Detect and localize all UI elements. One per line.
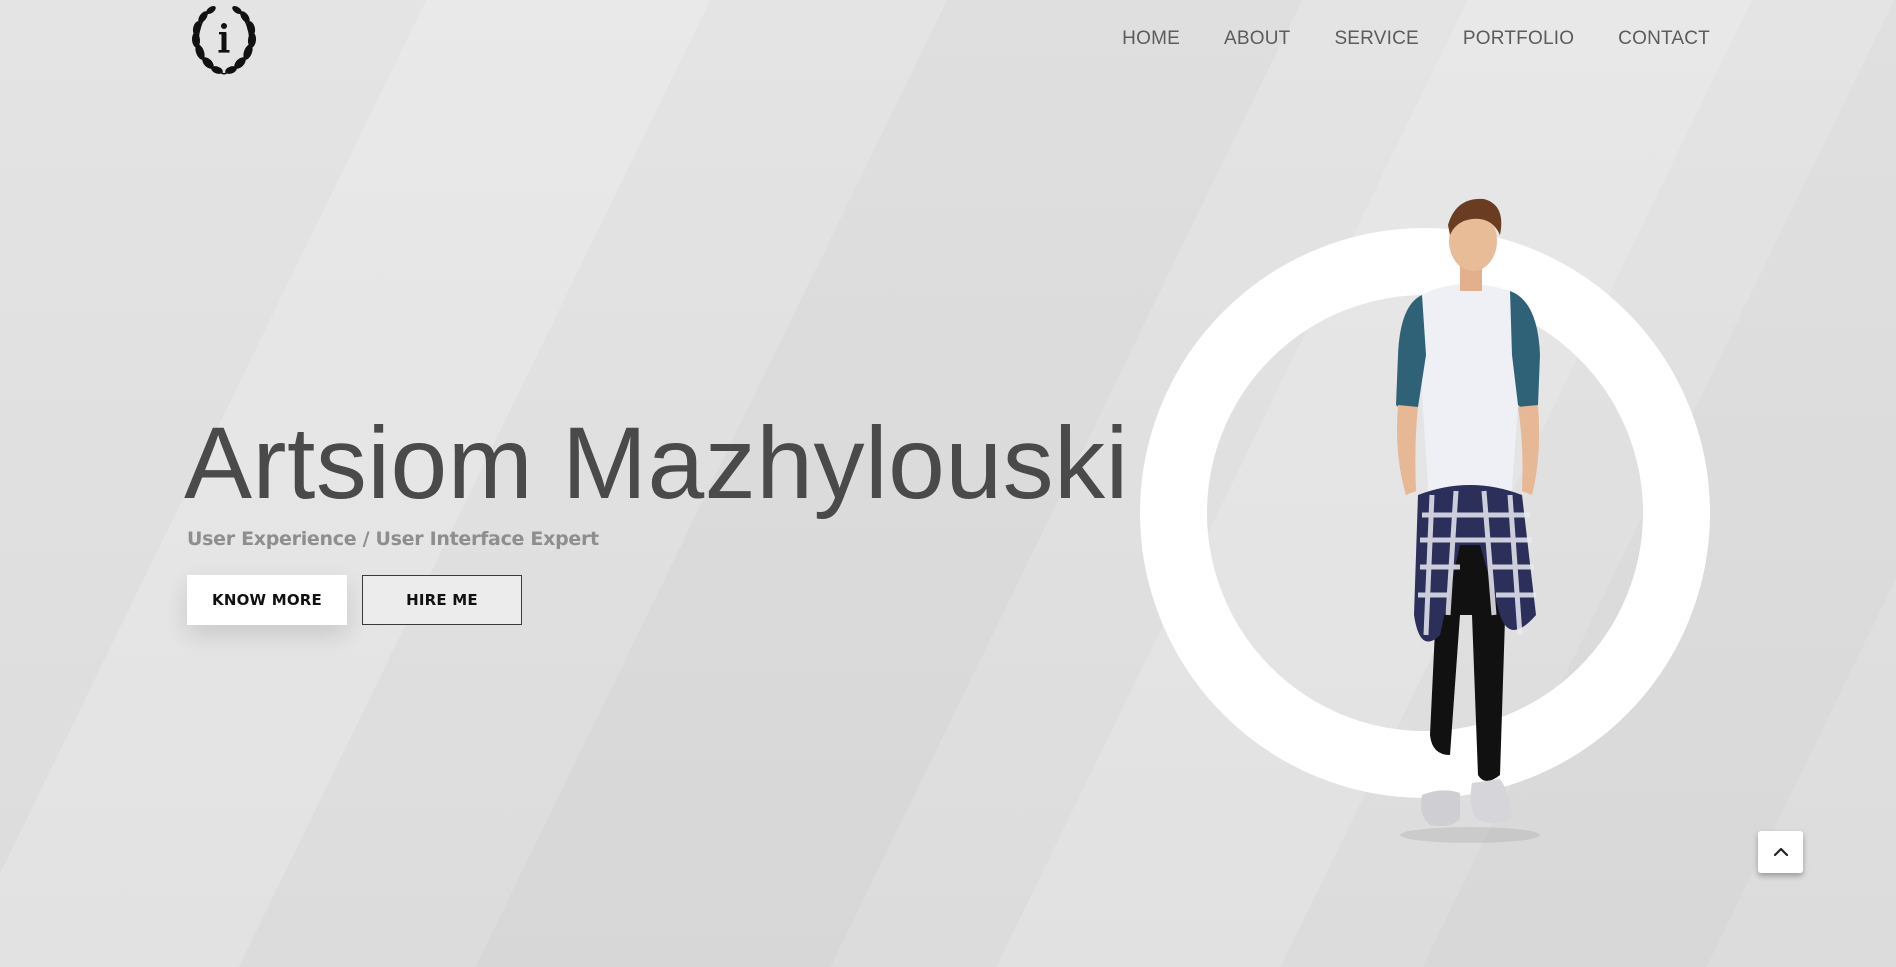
site-logo[interactable] — [186, 2, 262, 78]
chevron-up-icon — [1773, 847, 1788, 857]
nav-item-service[interactable]: SERVICE — [1334, 28, 1418, 50]
hero-subtitle: User Experience / User Interface Expert — [187, 528, 599, 550]
nav-item-about[interactable]: ABOUT — [1224, 28, 1290, 50]
know-more-button[interactable]: KNOW MORE — [187, 575, 347, 625]
hire-me-button[interactable]: HIRE ME — [362, 575, 522, 625]
nav-item-contact[interactable]: CONTACT — [1618, 28, 1710, 50]
hero-person-image — [1360, 195, 1580, 855]
nav-item-portfolio[interactable]: PORTFOLIO — [1463, 28, 1574, 50]
hero-title: Artsiom Mazhylouski — [184, 406, 1129, 520]
main-nav: HOME ABOUT SERVICE PORTFOLIO CONTACT — [1078, 28, 1710, 50]
nav-item-home[interactable]: HOME — [1122, 28, 1180, 50]
scroll-to-top-button[interactable] — [1758, 831, 1803, 873]
laurel-wreath-icon — [191, 6, 257, 75]
